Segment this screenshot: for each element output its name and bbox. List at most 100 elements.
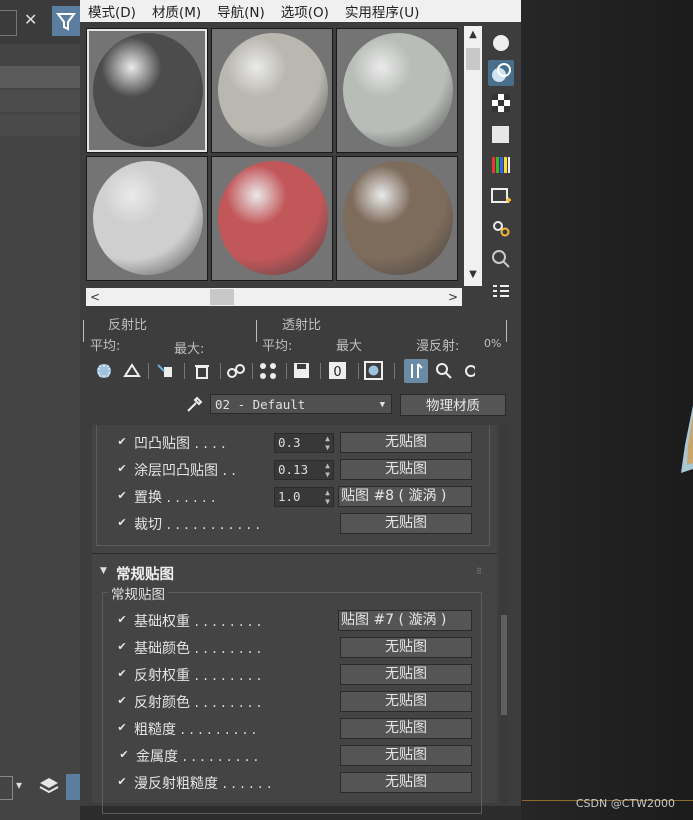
- rollout-scrollbar[interactable]: [500, 425, 508, 803]
- menu-material[interactable]: 材质(M): [144, 1, 209, 21]
- material-id-channel-icon[interactable]: 0: [326, 359, 350, 383]
- base-color-map-button[interactable]: 无贴图: [340, 637, 472, 658]
- scroll-up-icon[interactable]: ▲: [464, 26, 482, 44]
- checkbox[interactable]: ✔: [116, 695, 128, 707]
- slots-vertical-scrollbar[interactable]: ▲ ▼: [464, 26, 482, 286]
- checkbox[interactable]: ✔: [116, 436, 128, 448]
- param-label: 反射权重 . . . . . . . .: [134, 668, 262, 684]
- reflection-color-map-button[interactable]: 无贴图: [340, 691, 472, 712]
- scroll-thumb[interactable]: [210, 289, 234, 305]
- close-icon[interactable]: ✕: [24, 10, 37, 29]
- delete-icon[interactable]: [190, 359, 214, 383]
- sample-uv-tiling-icon[interactable]: [488, 122, 514, 148]
- reflection-weight-map-button[interactable]: 无贴图: [340, 664, 472, 685]
- sample-slot-5[interactable]: [211, 156, 333, 281]
- menu-utilities[interactable]: 实用程序(U): [337, 1, 427, 21]
- select-by-material-icon[interactable]: [488, 246, 514, 272]
- host-bottom-toolbar: ▾: [0, 772, 80, 802]
- material-sphere: [343, 161, 453, 275]
- param-label: 金属度 . . . . . . . . .: [136, 749, 259, 765]
- menu-options[interactable]: 选项(O): [273, 1, 337, 21]
- viewport[interactable]: [521, 0, 693, 820]
- checkbox[interactable]: ✔: [116, 517, 128, 529]
- slots-horizontal-scrollbar[interactable]: < >: [86, 288, 462, 306]
- param-row-metalness: ✔ 金属度 . . . . . . . . . 无贴图: [112, 745, 492, 767]
- assign-material-icon[interactable]: [154, 359, 178, 383]
- show-shaded-material-icon[interactable]: [362, 359, 386, 383]
- sample-slot-1[interactable]: [86, 28, 208, 153]
- side-toolbar: [484, 28, 518, 308]
- param-row-roughness: ✔ 粗糙度 . . . . . . . . . 无贴图: [112, 718, 492, 740]
- copy-material-icon[interactable]: [224, 359, 248, 383]
- coat-bump-amount-spinner[interactable]: 0.13 ▲ ▼: [274, 460, 334, 480]
- checkbox[interactable]: ✔: [116, 668, 128, 680]
- material-navigator-icon[interactable]: [488, 278, 514, 304]
- reflectance-avg-label: 平均:: [90, 339, 121, 354]
- sample-type-sphere-icon[interactable]: [488, 30, 514, 56]
- diffuse-roughness-map-button[interactable]: 无贴图: [340, 772, 472, 793]
- layers-icon[interactable]: [38, 775, 60, 801]
- material-name-dropdown[interactable]: 02 - Default ▼: [210, 394, 392, 414]
- general-maps-rollout-title[interactable]: 常规贴图: [116, 563, 174, 584]
- displacement-map-button[interactable]: 贴图 #8 ( 漩涡 ): [338, 486, 472, 507]
- sample-slot-2[interactable]: [211, 28, 333, 153]
- param-row-bump: ✔ 凹凸贴图 . . . . 0.3 ▲ ▼ 无贴图: [112, 432, 492, 454]
- host-list-row[interactable]: [0, 114, 80, 136]
- transmittance-avg-label: 平均:: [262, 339, 293, 354]
- coat-bump-map-button[interactable]: 无贴图: [340, 459, 472, 480]
- show-end-result-icon[interactable]: [404, 359, 428, 383]
- go-to-parent-icon[interactable]: [432, 359, 456, 383]
- checkbox[interactable]: ✔: [118, 749, 130, 761]
- checkbox[interactable]: ✔: [116, 614, 128, 626]
- base-weight-map-button[interactable]: 贴图 #7 ( 漩涡 ): [338, 610, 472, 631]
- scroll-down-icon[interactable]: ▼: [464, 266, 482, 284]
- make-preview-icon[interactable]: [488, 184, 514, 210]
- menu-navigation[interactable]: 导航(N): [209, 1, 273, 21]
- backlight-icon[interactable]: [488, 60, 514, 86]
- checkbox[interactable]: ✔: [116, 490, 128, 502]
- options-icon[interactable]: [488, 216, 514, 242]
- metalness-map-button[interactable]: 无贴图: [340, 745, 472, 766]
- host-list-row[interactable]: [0, 66, 80, 88]
- transmittance-title: 透射比: [282, 318, 322, 333]
- svg-text:0: 0: [333, 365, 341, 380]
- host-bottom-field[interactable]: [0, 776, 13, 800]
- video-color-check-icon[interactable]: [488, 152, 514, 178]
- material-sphere: [218, 33, 328, 147]
- background-checker-icon[interactable]: [488, 90, 514, 116]
- checkbox[interactable]: ✔: [116, 722, 128, 734]
- go-forward-icon[interactable]: [456, 359, 480, 383]
- scroll-thumb[interactable]: [466, 48, 480, 70]
- chevron-down-icon[interactable]: ▾: [16, 778, 22, 792]
- drag-handle-icon[interactable]: ⠿: [476, 567, 482, 576]
- checkbox[interactable]: ✔: [116, 641, 128, 653]
- eyedropper-icon[interactable]: [184, 395, 204, 415]
- menu-mode[interactable]: 模式(D): [80, 1, 144, 21]
- reflectance-title: 反射比: [108, 318, 148, 333]
- get-material-icon[interactable]: [92, 359, 116, 383]
- bump-map-button[interactable]: 无贴图: [340, 432, 472, 453]
- rollout-collapse-icon[interactable]: ▼: [100, 566, 107, 576]
- cutout-map-button[interactable]: 无贴图: [340, 513, 472, 534]
- scroll-right-icon[interactable]: >: [444, 288, 462, 306]
- material-sphere: [93, 33, 203, 147]
- sample-slot-3[interactable]: [336, 28, 458, 153]
- watermark: CSDN @CTW2000: [575, 797, 675, 810]
- checkbox[interactable]: ✔: [116, 776, 128, 788]
- host-list-row[interactable]: [0, 90, 80, 112]
- funnel-icon[interactable]: [52, 6, 80, 36]
- material-type-button[interactable]: 物理材质: [400, 394, 506, 416]
- displacement-amount-spinner[interactable]: 1.0 ▲ ▼: [274, 487, 334, 507]
- put-to-library-icon[interactable]: [290, 359, 314, 383]
- roughness-map-button[interactable]: 无贴图: [340, 718, 472, 739]
- sample-slot-6[interactable]: [336, 156, 458, 281]
- bump-amount-spinner[interactable]: 0.3 ▲ ▼: [274, 433, 334, 453]
- scroll-left-icon[interactable]: <: [86, 288, 104, 306]
- hierarchy-icon[interactable]: [66, 774, 80, 800]
- chevron-down-icon: ▼: [379, 400, 385, 410]
- make-unique-icon[interactable]: [256, 359, 280, 383]
- put-material-to-scene-icon[interactable]: [120, 359, 144, 383]
- sample-slot-4[interactable]: [86, 156, 208, 281]
- checkbox[interactable]: ✔: [116, 463, 128, 475]
- host-input-stub[interactable]: [0, 10, 17, 36]
